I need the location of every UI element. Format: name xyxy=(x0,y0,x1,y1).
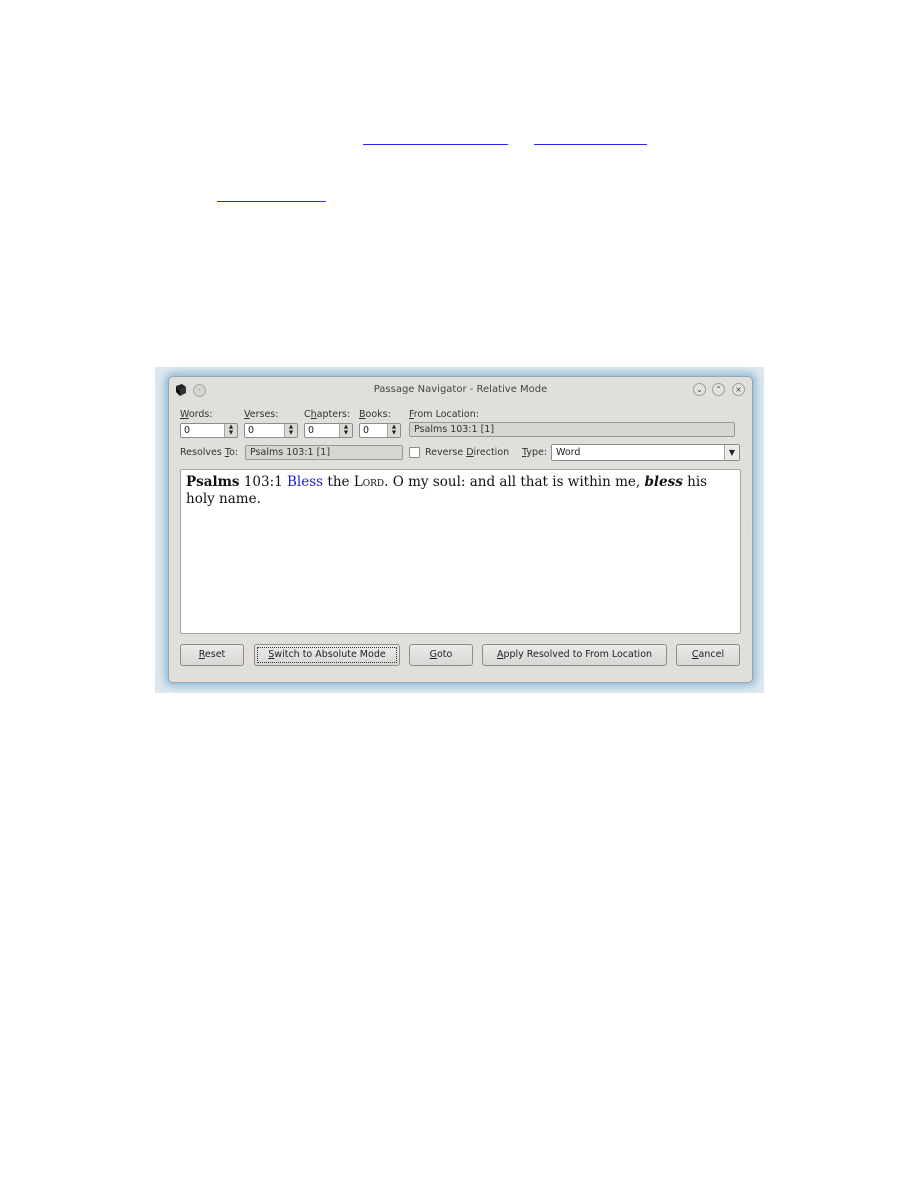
resize-grip-icon[interactable]: · · · xyxy=(747,526,749,538)
verses-stepper-arrows-icon[interactable]: ▲ ▼ xyxy=(284,424,297,437)
document-link-3[interactable] xyxy=(217,201,326,202)
resolves-to-label: Resolves To: xyxy=(180,447,239,458)
document-link-1[interactable] xyxy=(363,144,508,145)
highlighted-word[interactable]: Bless xyxy=(287,474,323,490)
reset-button[interactable]: Reset xyxy=(180,644,244,666)
books-spinbox[interactable]: 0 ▲ ▼ xyxy=(359,423,401,438)
passage-reference[interactable]: 103:1 xyxy=(244,474,283,490)
verses-value: 0 xyxy=(248,425,255,436)
words-stepper-arrows-icon[interactable]: ▲ ▼ xyxy=(224,424,237,437)
passage-text-a: the xyxy=(323,474,354,490)
passage-book[interactable]: Psalms xyxy=(186,474,240,490)
books-label: Books: xyxy=(359,409,391,420)
from-location-label: From Location: xyxy=(409,409,479,420)
resolves-to-field: Psalms 103:1 [1] xyxy=(245,445,403,460)
verses-spinbox[interactable]: 0 ▲ ▼ xyxy=(244,423,298,438)
books-stepper-arrows-icon[interactable]: ▲ ▼ xyxy=(387,424,400,437)
minimize-button[interactable]: ⌄ xyxy=(693,383,706,396)
books-value: 0 xyxy=(363,425,370,436)
chapters-label: Chapters: xyxy=(304,409,351,420)
type-select-value: Word xyxy=(556,447,581,458)
close-button[interactable]: × xyxy=(732,383,745,396)
apply-resolved-button[interactable]: Apply Resolved to From Location xyxy=(482,644,667,666)
window-title: Passage Navigator - Relative Mode xyxy=(373,384,548,395)
passage-text-b: . O my soul: and all that is within me, xyxy=(384,474,645,490)
words-value: 0 xyxy=(184,425,191,436)
from-location-field: Psalms 103:1 [1] xyxy=(409,422,735,437)
passage-navigator-dialog: · Passage Navigator - Relative Mode ⌄ ⌃ … xyxy=(168,376,753,683)
words-spinbox[interactable]: 0 ▲ ▼ xyxy=(180,423,238,438)
chapters-stepper-arrows-icon[interactable]: ▲ ▼ xyxy=(339,424,352,437)
verses-label: Verses: xyxy=(244,409,279,420)
type-label: Type: xyxy=(522,447,548,458)
document-link-2[interactable] xyxy=(534,144,647,145)
reverse-direction-label[interactable]: Reverse Direction xyxy=(425,447,509,458)
passage-text-view[interactable]: Psalms 103:1 Bless the Lord. O my soul: … xyxy=(180,469,741,634)
maximize-button[interactable]: ⌃ xyxy=(712,383,725,396)
chevron-down-icon[interactable]: ▼ xyxy=(724,445,739,460)
goto-button[interactable]: Goto xyxy=(409,644,473,666)
divine-name: Lord xyxy=(353,474,385,490)
switch-to-absolute-mode-button[interactable]: Switch to Absolute Mode xyxy=(254,644,400,666)
emphasized-word: bless xyxy=(644,474,683,490)
title-bar[interactable]: · Passage Navigator - Relative Mode ⌄ ⌃ … xyxy=(169,377,752,401)
reverse-direction-checkbox[interactable] xyxy=(409,447,420,458)
chapters-spinbox[interactable]: 0 ▲ ▼ xyxy=(304,423,353,438)
chapters-value: 0 xyxy=(308,425,315,436)
cancel-button[interactable]: Cancel xyxy=(676,644,740,666)
words-label: Words: xyxy=(180,409,213,420)
type-select[interactable]: Word ▼ xyxy=(551,444,740,461)
